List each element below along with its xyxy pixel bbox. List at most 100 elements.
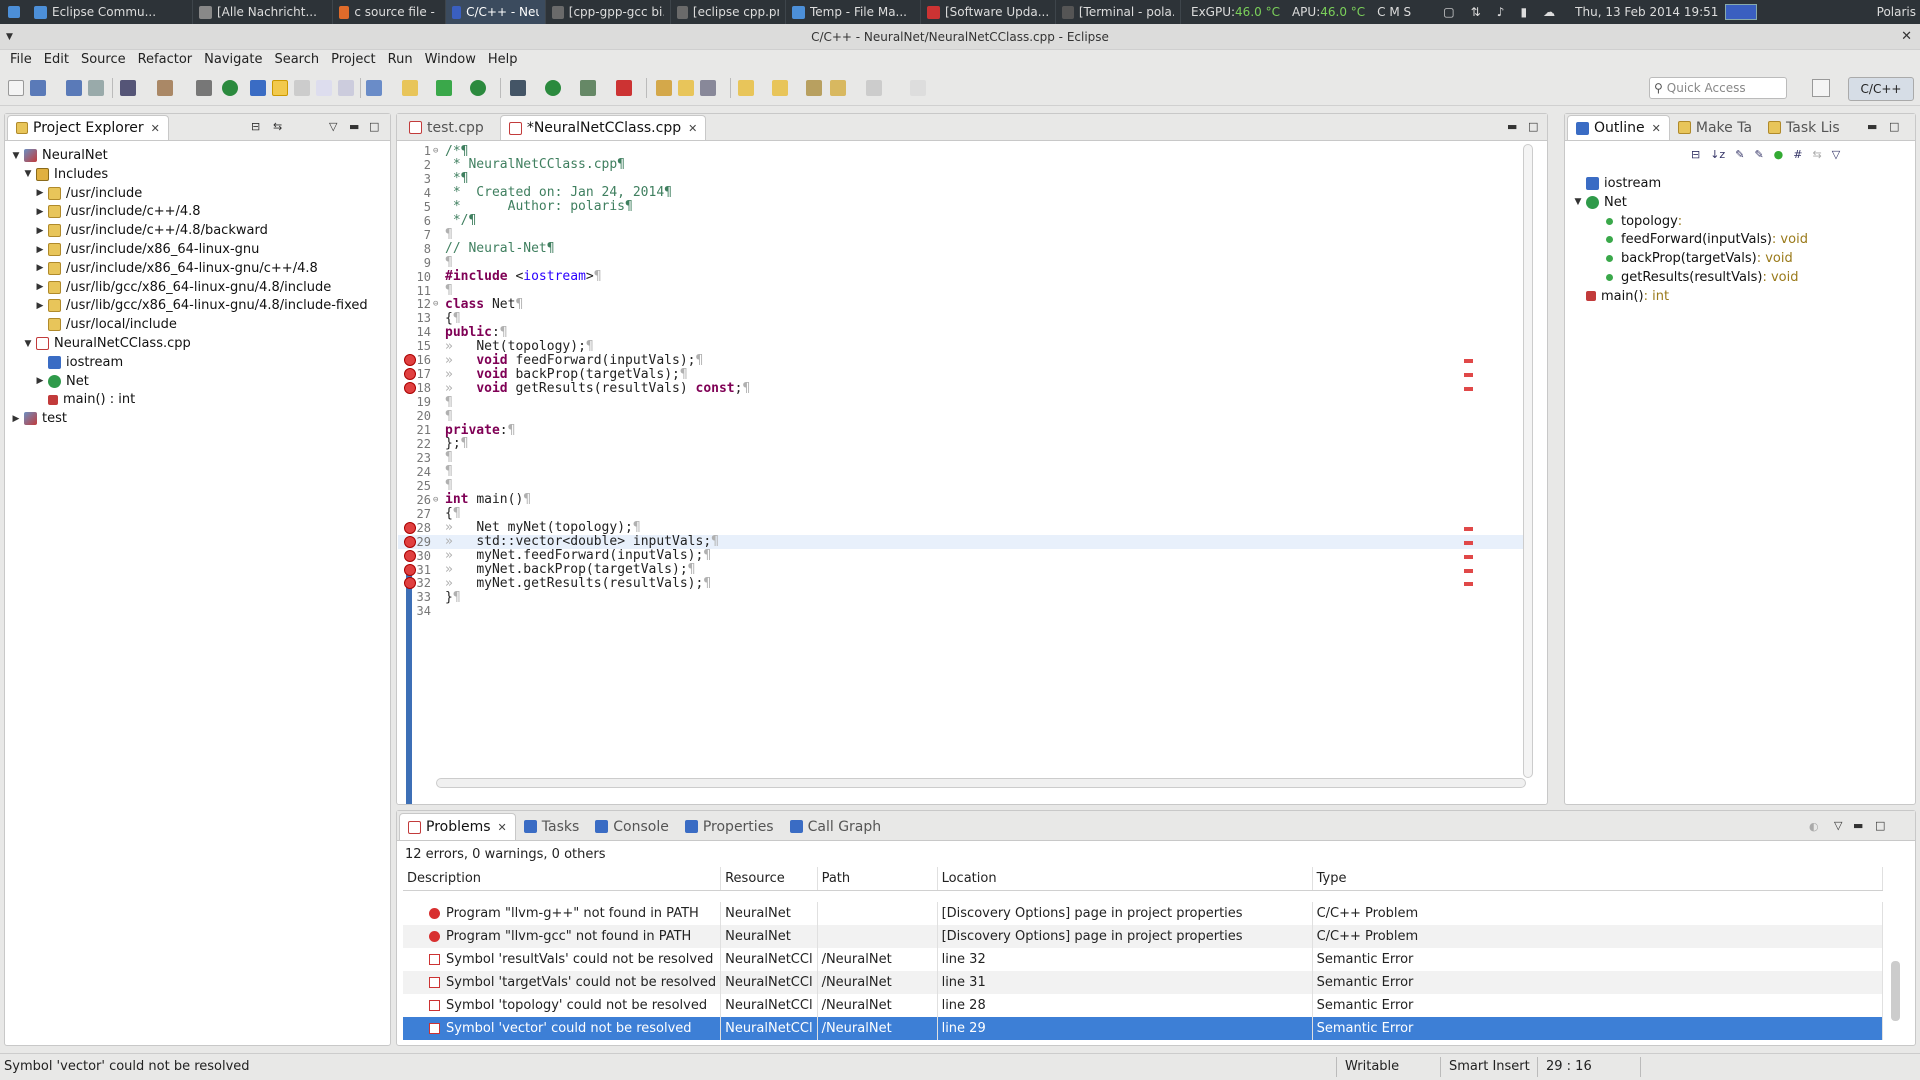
menu-run[interactable]: Run [382, 50, 419, 70]
user-name[interactable]: Polaris [1871, 0, 1920, 24]
code-line[interactable]: 29» std::vector<double> inputVals;¶ [398, 534, 1523, 549]
highlight-icon[interactable] [272, 80, 288, 96]
code-line[interactable]: 14 public:¶ [398, 325, 508, 340]
taskbar-task[interactable]: Temp - File Ma... [786, 0, 921, 24]
overview-error-marker[interactable] [1464, 554, 1473, 559]
close-icon[interactable]: ✕ [498, 821, 507, 834]
tab-call-graph[interactable]: Call Graph [782, 813, 890, 840]
overview-error-marker[interactable] [1464, 359, 1473, 364]
expanded-arrow-icon[interactable]: ▼ [1573, 197, 1583, 207]
code-line[interactable]: 21 private:¶ [398, 423, 516, 438]
debug-config-icon[interactable] [510, 80, 526, 96]
code-line[interactable]: 6 */¶ [398, 213, 477, 228]
code-line[interactable]: 12 ⊖ class Net¶ [398, 297, 524, 312]
tab-problems[interactable]: Problems ✕ [399, 813, 516, 840]
collapsed-arrow-icon[interactable]: ▶ [11, 414, 21, 424]
collapsed-arrow-icon[interactable]: ▶ [35, 263, 45, 273]
code-line[interactable]: 3 *¶ [398, 171, 469, 186]
collapsed-arrow-icon[interactable]: ▶ [35, 226, 45, 236]
menu-source[interactable]: Source [75, 50, 132, 70]
problem-row[interactable]: Symbol 'topology' could not be resolved N… [403, 994, 1883, 1017]
column-header-path[interactable]: Path [817, 867, 938, 891]
tab-tasks[interactable]: Tasks [516, 813, 588, 840]
code-line[interactable]: 27 {¶ [398, 506, 461, 521]
block-selection-icon[interactable] [316, 80, 332, 96]
code-line[interactable]: 11 ¶ [398, 283, 453, 298]
sync-icon[interactable] [196, 80, 212, 96]
new-file-icon[interactable] [470, 80, 486, 96]
code-line[interactable]: 31» myNet.backProp(targetVals);¶ [398, 562, 696, 577]
run-icon[interactable] [545, 80, 561, 96]
code-line[interactable]: 17» void backProp(targetVals);¶ [398, 367, 688, 382]
collapsed-arrow-icon[interactable]: ▶ [35, 207, 45, 217]
last-edit-icon[interactable] [806, 80, 822, 96]
taskbar-task[interactable]: Eclipse Commu... [28, 0, 193, 24]
error-marker-icon[interactable] [404, 563, 416, 576]
speaker-icon[interactable]: ♪ [1497, 5, 1505, 19]
maximize-icon[interactable]: □ [369, 120, 379, 133]
menu-icon[interactable] [0, 0, 28, 24]
skip-breakpoints-icon[interactable] [250, 80, 266, 96]
outline-item[interactable]: main() : int [1573, 285, 1669, 308]
hide-fields-icon[interactable]: ✎ [1735, 148, 1744, 166]
collapse-all-icon[interactable]: ⊟ [1691, 148, 1700, 166]
save-icon[interactable] [30, 80, 46, 96]
menu-search[interactable]: Search [268, 50, 325, 70]
collapse-all-icon[interactable]: ⊟ [251, 120, 260, 133]
tab-project-explorer[interactable]: Project Explorer ✕ [7, 115, 169, 140]
column-header-description[interactable]: Description [403, 867, 722, 891]
code-line[interactable]: 8 // Neural-Net¶ [398, 241, 555, 256]
problem-row[interactable]: Symbol 'targetVals' could not be resolve… [403, 971, 1883, 994]
close-icon[interactable]: ✕ [688, 122, 697, 135]
pin-icon[interactable] [294, 80, 310, 96]
tab-editor-file[interactable]: test.cpp [401, 115, 492, 140]
focus-icon[interactable]: ◐ [1809, 820, 1819, 833]
code-line[interactable]: 15 » Net(topology);¶ [398, 339, 594, 354]
problem-row[interactable]: Program "llvm-gcc" not found in PATH Neur… [403, 925, 1883, 948]
tray-icons[interactable]: ▢ ⇅ ♪ ▮ ☁ [1429, 0, 1569, 24]
collapsed-arrow-icon[interactable]: ▶ [35, 245, 45, 255]
code-line[interactable]: 7 ¶ [398, 227, 453, 242]
code-line[interactable]: 20 ¶ [398, 409, 453, 424]
minimize-icon[interactable]: ▬ [1867, 120, 1877, 133]
close-icon[interactable]: ✕ [1652, 122, 1661, 135]
code-line[interactable]: 10 #include <iostream>¶ [398, 269, 602, 284]
link-icon[interactable]: ⇆ [1812, 148, 1821, 166]
column-header-resource[interactable]: Resource [720, 867, 818, 891]
weather-icon[interactable]: ☁ [1543, 5, 1555, 19]
menu-window[interactable]: Window [419, 50, 482, 70]
menu-file[interactable]: File [4, 50, 38, 70]
view-menu-icon[interactable]: ▽ [1832, 148, 1840, 166]
code-line[interactable]: 24 ¶ [398, 464, 453, 479]
code-line[interactable]: 23 ¶ [398, 450, 453, 465]
tab-console[interactable]: Console [587, 813, 677, 840]
code-line[interactable]: 30» myNet.feedForward(inputVals);¶ [398, 548, 712, 563]
maximize-icon[interactable]: □ [1889, 120, 1899, 133]
vertical-scrollbar[interactable] [1523, 144, 1533, 778]
view-menu-icon[interactable]: ▽ [1834, 819, 1842, 832]
window-menu-icon[interactable]: ▼ [6, 24, 13, 50]
quick-access-field[interactable]: ⚲ Quick Access [1649, 77, 1787, 99]
code-line[interactable]: 32» myNet.getResults(resultVals);¶ [398, 576, 712, 591]
code-line[interactable]: 13 {¶ [398, 311, 461, 326]
menu-navigate[interactable]: Navigate [198, 50, 268, 70]
overview-error-marker[interactable] [1464, 568, 1473, 573]
maximize-icon[interactable]: □ [1875, 819, 1885, 832]
hide-nonpublic-icon[interactable]: ● [1774, 148, 1784, 166]
minimize-icon[interactable]: ▬ [1853, 819, 1863, 832]
error-marker-icon[interactable] [404, 521, 416, 534]
problem-row[interactable]: Symbol 'vector' could not be resolved Neu… [403, 1017, 1883, 1040]
taskbar-task[interactable]: [cpp-gpp-gcc bi... [546, 0, 671, 24]
column-header-type[interactable]: Type [1312, 867, 1883, 891]
problem-row[interactable]: Symbol 'resultVals' could not be resolve… [403, 948, 1883, 971]
close-icon[interactable]: ✕ [1901, 24, 1912, 50]
code-line[interactable]: 25 ¶ [398, 478, 453, 493]
column-header-location[interactable]: Location [937, 867, 1313, 891]
debug-icon[interactable] [222, 80, 238, 96]
code-line[interactable]: 28» Net myNet(topology);¶ [398, 520, 641, 535]
taskbar-task[interactable]: [Alle Nachricht... [193, 0, 333, 24]
minimize-icon[interactable]: ▬ [1507, 120, 1517, 133]
save-all-icon[interactable] [66, 80, 82, 96]
minimize-icon[interactable]: ▬ [349, 120, 359, 133]
overview-error-marker[interactable] [1464, 540, 1473, 545]
